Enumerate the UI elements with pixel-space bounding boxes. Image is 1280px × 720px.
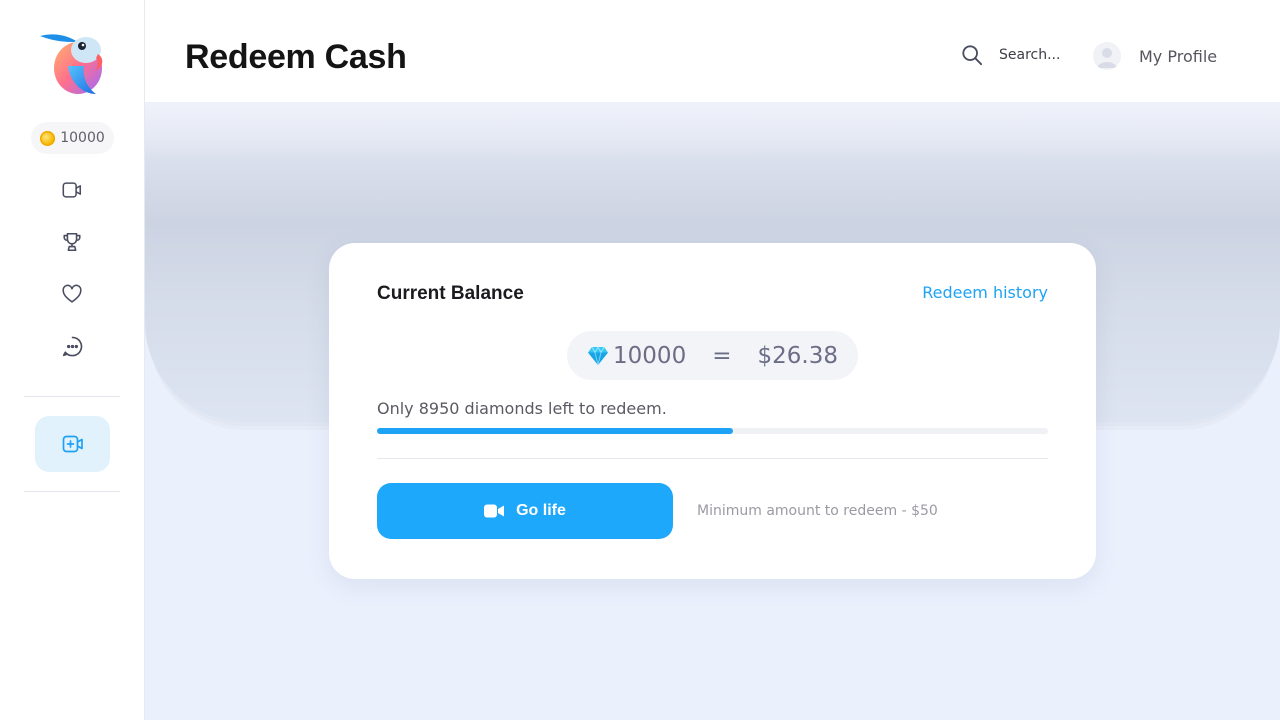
sidebar-item-trophy[interactable] bbox=[58, 228, 86, 256]
video-camera-icon bbox=[484, 504, 505, 518]
add-video-icon bbox=[62, 435, 83, 453]
page-title: Redeem Cash bbox=[185, 38, 407, 76]
top-header: Redeem Cash Search... My Profile bbox=[145, 0, 1280, 102]
redeem-history-link[interactable]: Redeem history bbox=[922, 283, 1048, 302]
diamond-icon bbox=[587, 345, 609, 366]
sidebar-divider-bottom bbox=[24, 491, 120, 492]
search-label: Search... bbox=[999, 47, 1061, 63]
search-icon bbox=[962, 45, 983, 66]
sidebar-item-messages[interactable] bbox=[58, 332, 86, 360]
trophy-icon bbox=[63, 232, 81, 252]
go-live-label: Go life bbox=[516, 502, 566, 519]
card-divider bbox=[377, 458, 1048, 459]
sidebar-divider-top bbox=[24, 396, 120, 397]
equals-sign: = bbox=[712, 342, 732, 369]
coin-balance-badge[interactable]: 10000 bbox=[31, 122, 114, 154]
go-live-button[interactable]: Go life bbox=[377, 483, 673, 539]
coin-balance-value: 10000 bbox=[60, 130, 105, 146]
sidebar-item-favorites[interactable] bbox=[58, 280, 86, 308]
balance-card: Current Balance Redeem history 10000 = $… bbox=[329, 243, 1096, 579]
avatar bbox=[1093, 42, 1121, 70]
remaining-diamonds-text: Only 8950 diamonds left to redeem. bbox=[377, 399, 667, 418]
profile-label: My Profile bbox=[1139, 46, 1218, 66]
sidebar: 10000 bbox=[0, 0, 145, 720]
cash-value: $26.38 bbox=[757, 342, 838, 369]
add-video-button[interactable] bbox=[35, 416, 110, 472]
sidebar-item-video[interactable] bbox=[58, 176, 86, 204]
chat-icon bbox=[62, 336, 82, 356]
redeem-progress-bar bbox=[377, 428, 1048, 434]
profile-menu[interactable]: My Profile bbox=[1093, 42, 1217, 70]
card-title: Current Balance bbox=[377, 283, 524, 304]
heart-icon bbox=[62, 284, 82, 303]
video-icon bbox=[62, 182, 82, 198]
redeem-progress-fill bbox=[377, 428, 733, 434]
minimum-amount-note: Minimum amount to redeem - $50 bbox=[697, 503, 938, 519]
coin-icon bbox=[40, 130, 56, 146]
balance-pill: 10000 = $26.38 bbox=[567, 331, 858, 380]
search-button[interactable]: Search... bbox=[961, 44, 1060, 66]
app-logo[interactable] bbox=[38, 30, 108, 98]
diamond-balance: 10000 bbox=[613, 342, 687, 369]
